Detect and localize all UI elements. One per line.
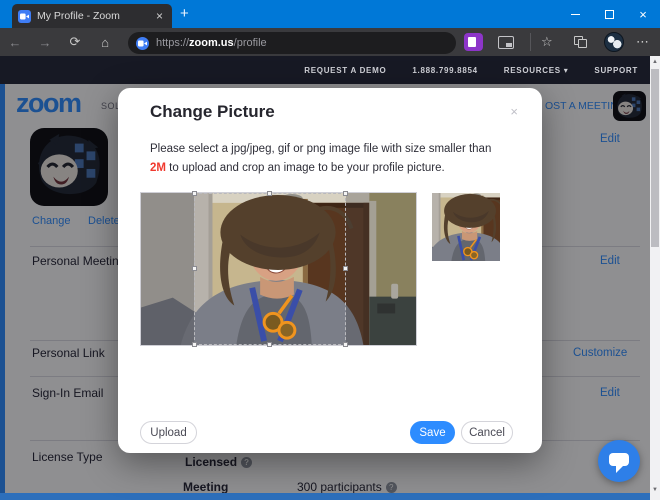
address-bar[interactable]: https://zoom.us/profile: [128, 32, 456, 54]
tab-close-icon[interactable]: ×: [153, 9, 166, 23]
profile-avatar-icon[interactable]: [604, 32, 624, 52]
crop-handle-w[interactable]: [192, 266, 197, 271]
favorites-icon[interactable]: ☆: [541, 34, 553, 50]
crop-handle-ne[interactable]: [343, 191, 348, 196]
nav-resources[interactable]: RESOURCES ▾: [504, 66, 569, 75]
home-button[interactable]: ⌂: [90, 35, 120, 50]
nav-request-demo[interactable]: REQUEST A DEMO: [304, 66, 386, 75]
url-text: https://zoom.us/profile: [156, 37, 267, 49]
crop-handle-n[interactable]: [267, 191, 272, 196]
picture-in-picture-icon[interactable]: [498, 36, 514, 49]
close-window-button[interactable]: ×: [626, 0, 660, 28]
crop-handle-e[interactable]: [343, 266, 348, 271]
scroll-up-icon[interactable]: ▲: [650, 56, 660, 68]
upload-button[interactable]: Upload: [140, 421, 197, 444]
crop-dim-left: [141, 193, 194, 345]
nav-support[interactable]: SUPPORT: [594, 66, 638, 75]
crop-selection[interactable]: [194, 193, 346, 345]
site-favicon-icon: [136, 37, 149, 50]
crop-dim-right: [346, 193, 416, 345]
maximize-icon: [605, 10, 614, 19]
browser-menu-icon[interactable]: ⋯: [636, 34, 649, 50]
browser-tab[interactable]: My Profile - Zoom ×: [12, 4, 172, 28]
browser-window: My Profile - Zoom × + × ← → ⟳ ⌂ https://…: [0, 0, 660, 500]
cancel-button[interactable]: Cancel: [461, 421, 513, 444]
minimize-button[interactable]: [558, 0, 592, 28]
toolbar-divider: [530, 33, 531, 51]
crop-preview: [432, 193, 500, 261]
refresh-button[interactable]: ⟳: [60, 34, 90, 50]
site-top-nav: REQUEST A DEMO 1.888.799.8854 RESOURCES …: [0, 56, 660, 84]
collections-icon[interactable]: [574, 36, 587, 48]
minimize-icon: [571, 14, 580, 15]
back-button[interactable]: ←: [0, 35, 30, 50]
modal-description: Please select a jpg/jpeg, gif or png ima…: [150, 140, 508, 177]
new-tab-button[interactable]: +: [180, 5, 189, 23]
size-limit: 2M: [150, 162, 166, 174]
chat-bubble-tail: [616, 465, 624, 473]
nav-phone[interactable]: 1.888.799.8854: [412, 66, 477, 75]
crop-handle-se[interactable]: [343, 342, 348, 347]
crop-canvas[interactable]: [140, 192, 417, 346]
window-titlebar[interactable]: My Profile - Zoom × + ×: [0, 0, 660, 28]
page-scrollbar[interactable]: ▲ ▼: [650, 56, 660, 500]
zoom-favicon-icon: [18, 10, 31, 23]
forward-button[interactable]: →: [30, 35, 60, 50]
scroll-down-icon[interactable]: ▼: [650, 484, 660, 496]
modal-close-icon[interactable]: ×: [510, 104, 518, 119]
crop-handle-nw[interactable]: [192, 191, 197, 196]
chat-widget-button[interactable]: [598, 440, 640, 482]
save-button[interactable]: Save: [410, 421, 455, 444]
scrollbar-thumb[interactable]: [651, 69, 659, 247]
extension-icon[interactable]: [464, 33, 483, 51]
tab-title: My Profile - Zoom: [37, 10, 153, 22]
bottom-bar: [0, 493, 650, 500]
crop-handle-s[interactable]: [267, 342, 272, 347]
crop-handle-sw[interactable]: [192, 342, 197, 347]
modal-title: Change Picture: [150, 102, 275, 122]
maximize-button[interactable]: [592, 0, 626, 28]
change-picture-modal: Change Picture × Please select a jpg/jpe…: [118, 88, 542, 453]
